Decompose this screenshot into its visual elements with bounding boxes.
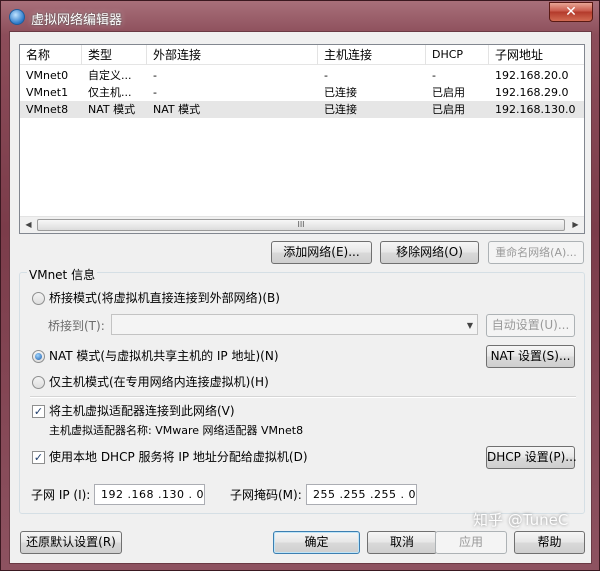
- adapter-name-text: 主机虚拟适配器名称: VMware 网络适配器 VMnet8: [49, 424, 304, 437]
- cell-name: VMnet1: [26, 86, 69, 99]
- scroll-left-icon[interactable]: ◀: [20, 217, 37, 233]
- close-button[interactable]: ✕: [549, 2, 593, 22]
- nat-settings-button[interactable]: NAT 设置(S)...: [486, 345, 575, 368]
- list-header: 名称 类型 外部连接 主机连接 DHCP 子网地址: [20, 45, 584, 65]
- network-list[interactable]: 名称 类型 外部连接 主机连接 DHCP 子网地址 VMnet0 自定义... …: [19, 44, 585, 234]
- table-row-selected[interactable]: VMnet8 NAT 模式 NAT 模式 已连接 已启用 192.168.130…: [20, 101, 584, 118]
- vmware-network-icon: [9, 9, 25, 25]
- scroll-right-icon[interactable]: ▶: [567, 217, 584, 233]
- dhcp-checkbox[interactable]: ✓: [32, 451, 45, 464]
- cell-external: -: [153, 69, 157, 82]
- cancel-button[interactable]: 取消: [367, 531, 437, 554]
- bridged-to-select[interactable]: ▼: [111, 314, 478, 335]
- cell-external: NAT 模式: [153, 103, 201, 116]
- cell-name: VMnet0: [26, 69, 69, 82]
- vmnet-info-group: [19, 272, 585, 514]
- bridged-to-label: 桥接到(T):: [48, 319, 105, 333]
- host-only-mode-label[interactable]: 仅主机模式(在专用网络内连接虚拟机)(H): [49, 375, 269, 389]
- cell-dhcp: -: [432, 69, 436, 82]
- restore-defaults-button[interactable]: 还原默认设置(R): [20, 531, 122, 554]
- cell-host: 已连接: [324, 103, 357, 116]
- cell-name: VMnet8: [26, 103, 69, 116]
- connect-adapter-checkbox[interactable]: ✓: [32, 405, 45, 418]
- nat-mode-label[interactable]: NAT 模式(与虚拟机共享主机的 IP 地址)(N): [49, 349, 279, 363]
- cell-subnet: 192.168.130.0: [495, 103, 576, 116]
- column-header-host[interactable]: 主机连接: [318, 45, 426, 65]
- title-bar[interactable]: 虚拟网络编辑器 ✕: [1, 1, 599, 31]
- column-header-name[interactable]: 名称: [20, 45, 82, 65]
- table-row[interactable]: VMnet1 仅主机... - 已连接 已启用 192.168.29.0: [20, 84, 584, 101]
- dhcp-settings-button[interactable]: DHCP 设置(P)...: [486, 446, 577, 469]
- cell-external: -: [153, 86, 157, 99]
- column-header-external[interactable]: 外部连接: [147, 45, 318, 65]
- chevron-down-icon: ▼: [466, 321, 473, 330]
- cell-type: 自定义...: [88, 69, 132, 82]
- cell-subnet: 192.168.29.0: [495, 86, 569, 99]
- cell-type: NAT 模式: [88, 103, 136, 116]
- column-header-dhcp[interactable]: DHCP: [426, 45, 489, 65]
- subnet-mask-field[interactable]: 255 .255 .255 . 0: [306, 484, 417, 505]
- zhihu-watermark: 知乎 @TuneC: [473, 511, 569, 529]
- rename-network-button[interactable]: 重命名网络(A)...: [488, 241, 584, 264]
- auto-settings-button[interactable]: 自动设置(U)...: [486, 314, 575, 337]
- add-network-button[interactable]: 添加网络(E)...: [271, 241, 372, 264]
- horizontal-scrollbar[interactable]: ◀ III ▶: [20, 216, 584, 233]
- subnet-mask-label: 子网掩码(M):: [230, 488, 302, 502]
- ok-button[interactable]: 确定: [273, 531, 360, 554]
- cell-host: 已连接: [324, 86, 357, 99]
- column-header-subnet[interactable]: 子网地址: [489, 45, 584, 65]
- nat-mode-radio[interactable]: [32, 350, 45, 363]
- bridged-mode-radio[interactable]: [32, 292, 45, 305]
- grip-icon: III: [297, 220, 305, 229]
- cell-type: 仅主机...: [88, 86, 132, 99]
- cell-subnet: 192.168.20.0: [495, 69, 569, 82]
- table-row[interactable]: VMnet0 自定义... - - - 192.168.20.0: [20, 67, 584, 84]
- bridged-mode-label[interactable]: 桥接模式(将虚拟机直接连接到外部网络)(B): [49, 291, 280, 305]
- column-header-type[interactable]: 类型: [82, 45, 147, 65]
- remove-network-button[interactable]: 移除网络(O): [380, 241, 479, 264]
- subnet-ip-field[interactable]: 192 .168 .130 . 0: [94, 484, 205, 505]
- divider: [30, 396, 576, 398]
- help-button[interactable]: 帮助: [514, 531, 585, 554]
- dialog-window: 虚拟网络编辑器 ✕ 名称 类型 外部连接 主机连接 DHCP 子网地址 VMne…: [0, 0, 600, 571]
- cell-dhcp: 已启用: [432, 103, 465, 116]
- cell-dhcp: 已启用: [432, 86, 465, 99]
- window-title: 虚拟网络编辑器: [31, 13, 123, 28]
- cell-host: -: [324, 69, 328, 82]
- host-only-mode-radio[interactable]: [32, 376, 45, 389]
- subnet-ip-label: 子网 IP (I):: [31, 488, 91, 502]
- dhcp-label[interactable]: 使用本地 DHCP 服务将 IP 地址分配给虚拟机(D): [49, 450, 308, 464]
- vmnet-info-title: VMnet 信息: [27, 268, 98, 282]
- apply-button[interactable]: 应用: [435, 531, 507, 554]
- scrollbar-thumb[interactable]: III: [37, 219, 565, 231]
- dialog-client-area: 名称 类型 外部连接 主机连接 DHCP 子网地址 VMnet0 自定义... …: [9, 31, 592, 564]
- connect-adapter-label[interactable]: 将主机虚拟适配器连接到此网络(V): [49, 404, 235, 418]
